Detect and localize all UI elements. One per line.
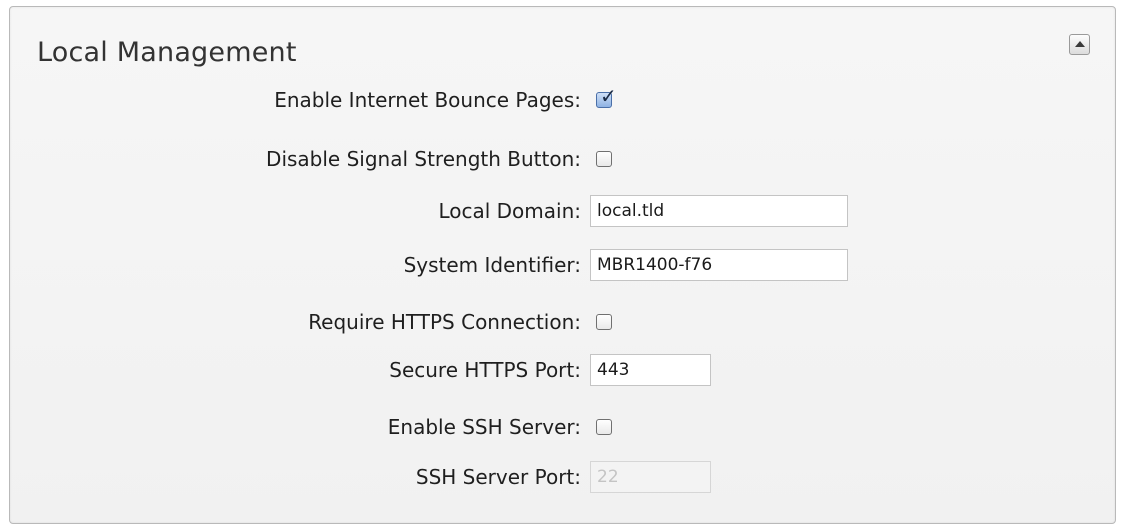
signal-strength-checkbox[interactable] [596, 151, 612, 167]
collapse-button[interactable] [1069, 34, 1090, 55]
local-management-panel: Local Management Enable Internet Bounce … [9, 6, 1116, 524]
require-https-row: Require HTTPS Connection: [10, 306, 1010, 338]
bounce-pages-checkbox[interactable]: ✓ [596, 86, 617, 108]
triangle-up-icon [1075, 41, 1085, 47]
ssh-server-row: Enable SSH Server: [10, 411, 1010, 443]
local-domain-row: Local Domain: [10, 195, 1010, 227]
ssh-port-row: SSH Server Port: [10, 461, 1010, 493]
system-identifier-label: System Identifier: [403, 253, 581, 277]
ssh-port-label: SSH Server Port: [415, 465, 581, 489]
https-port-row: Secure HTTPS Port: [10, 354, 1010, 386]
ssh-server-label: Enable SSH Server: [387, 415, 581, 439]
ssh-port-input[interactable] [590, 461, 711, 493]
bounce-pages-row: Enable Internet Bounce Pages: ✓ [10, 84, 1010, 116]
local-domain-input[interactable] [590, 195, 848, 227]
require-https-label: Require HTTPS Connection: [308, 310, 581, 334]
ssh-server-checkbox[interactable] [596, 419, 612, 435]
panel-title: Local Management [37, 37, 297, 68]
https-port-input[interactable] [590, 354, 711, 386]
signal-strength-row: Disable Signal Strength Button: [10, 143, 1010, 175]
bounce-pages-label: Enable Internet Bounce Pages: [274, 88, 581, 112]
require-https-checkbox[interactable] [596, 314, 612, 330]
system-identifier-row: System Identifier: [10, 249, 1010, 281]
checkmark-icon: ✓ [600, 84, 617, 108]
system-identifier-input[interactable] [590, 249, 848, 281]
https-port-label: Secure HTTPS Port: [389, 358, 581, 382]
signal-strength-label: Disable Signal Strength Button: [266, 147, 581, 171]
local-domain-label: Local Domain: [438, 199, 581, 223]
